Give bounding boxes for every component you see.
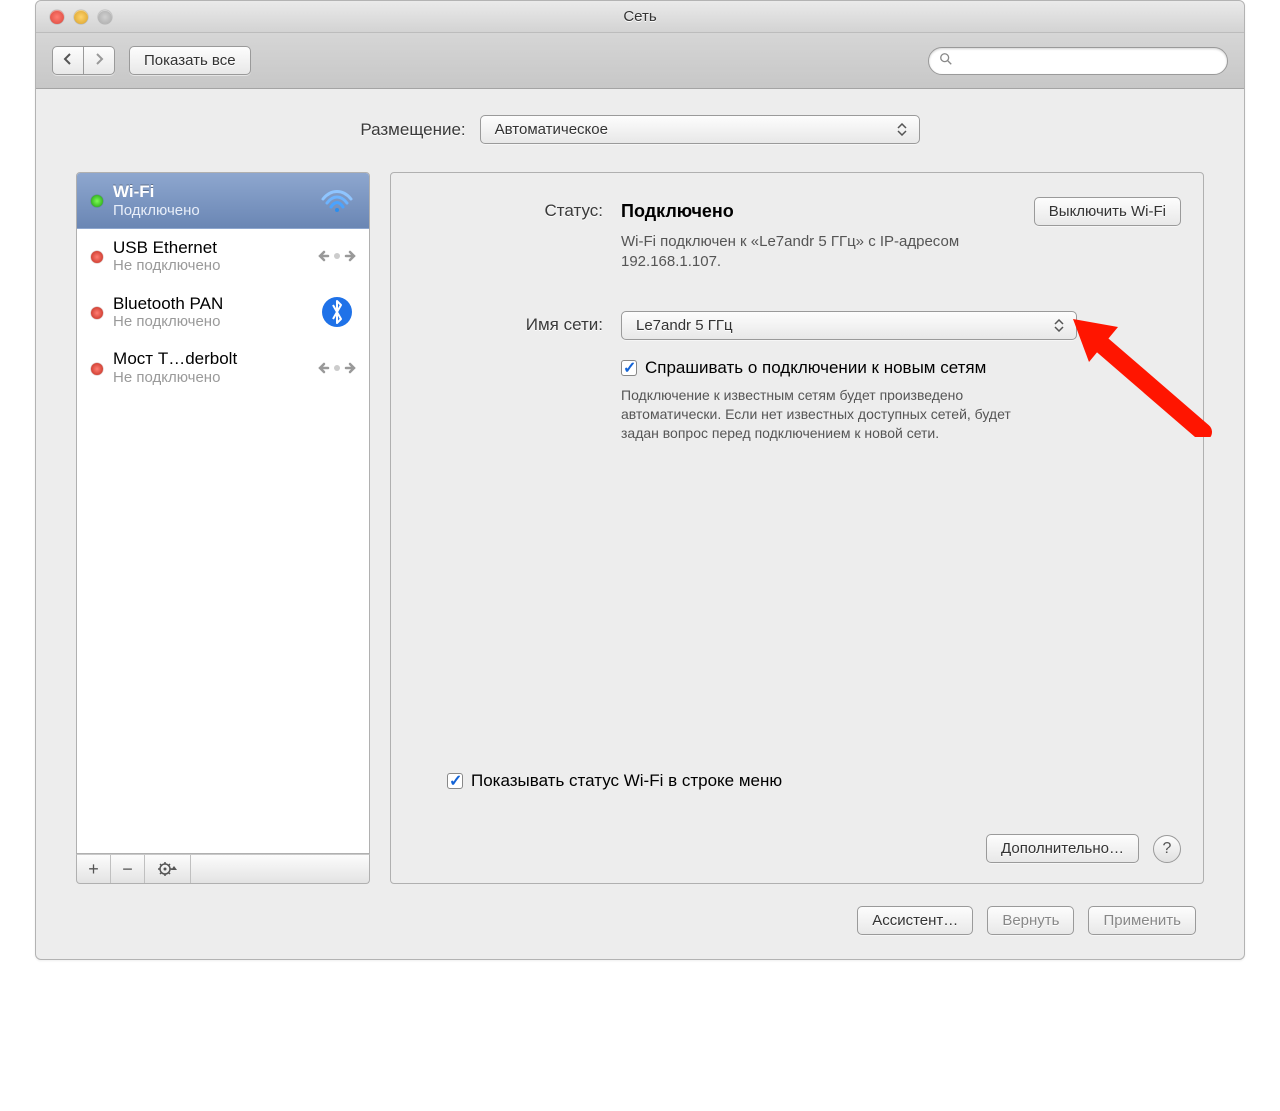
gear-icon (157, 861, 179, 877)
sidebar-footer: + − (76, 854, 370, 884)
titlebar: Сеть (36, 1, 1244, 33)
remove-interface-button[interactable]: − (111, 855, 145, 883)
detail-bottom-actions: Дополнительно… ? (986, 834, 1181, 863)
close-icon[interactable] (50, 10, 64, 24)
location-dropdown[interactable]: Автоматическое (480, 115, 920, 144)
forward-button[interactable] (84, 46, 115, 75)
chevron-updown-icon (897, 123, 911, 136)
minimize-icon[interactable] (74, 10, 88, 24)
network-name-value: Le7andr 5 ГГц (636, 317, 733, 334)
search-icon (939, 52, 953, 69)
network-name-row: Имя сети: Le7andr 5 ГГц (413, 311, 1181, 340)
status-dot-icon (91, 251, 103, 263)
status-value-block: Подключено Выключить Wi-Fi Wi-Fi подключ… (621, 197, 1181, 271)
ethernet-icon (317, 240, 357, 272)
search-input[interactable] (959, 53, 1217, 68)
checkbox-icon (447, 773, 463, 789)
sidebar-item-label: Bluetooth PAN Не подключено (113, 294, 307, 331)
ask-join-help-text: Подключение к известным сетям будет прои… (621, 386, 1051, 443)
window-footer-buttons: Ассистент… Вернуть Применить (76, 906, 1204, 935)
sidebar-item-thunderbolt-bridge[interactable]: Мост T…derbolt Не подключено (77, 340, 369, 396)
status-dot-icon (91, 307, 103, 319)
network-preferences-window: Сеть Показать все Размещение: Автоматиче… (35, 0, 1245, 960)
toolbar: Показать все (36, 33, 1244, 89)
content-area: Размещение: Автоматическое Wi-Fi Подключ… (36, 89, 1244, 959)
revert-button[interactable]: Вернуть (987, 906, 1074, 935)
network-name-label: Имя сети: (413, 311, 603, 340)
wifi-icon (317, 184, 357, 216)
detail-pane: Статус: Подключено Выключить Wi-Fi Wi-Fi… (390, 172, 1204, 884)
ethernet-icon (317, 352, 357, 384)
main-split: Wi-Fi Подключено (76, 172, 1204, 884)
nav-back-forward (52, 46, 115, 75)
status-dot-icon (91, 363, 103, 375)
bluetooth-icon (317, 296, 357, 328)
status-dot-icon (91, 195, 103, 207)
window-controls (36, 10, 112, 24)
zoom-icon[interactable] (98, 10, 112, 24)
ask-join-row: Спрашивать о подключении к новым сетям П… (413, 358, 1181, 443)
status-value: Подключено (621, 201, 734, 222)
help-button[interactable]: ? (1153, 835, 1181, 863)
show-status-label: Показывать статус Wi-Fi в строке меню (471, 771, 782, 791)
sidebar-item-label: Мост T…derbolt Не подключено (113, 349, 307, 386)
assistant-button[interactable]: Ассистент… (857, 906, 973, 935)
network-name-dropdown[interactable]: Le7andr 5 ГГц (621, 311, 1077, 340)
add-interface-button[interactable]: + (77, 855, 111, 883)
chevron-updown-icon (1054, 319, 1068, 332)
location-row: Размещение: Автоматическое (76, 115, 1204, 144)
location-label: Размещение: (360, 120, 465, 140)
back-button[interactable] (52, 46, 84, 75)
show-all-button[interactable]: Показать все (129, 46, 251, 75)
search-field[interactable] (928, 47, 1228, 75)
sidebar-item-label: Wi-Fi Подключено (113, 182, 307, 219)
sidebar-item-wifi[interactable]: Wi-Fi Подключено (77, 173, 369, 229)
sidebar-item-usb-ethernet[interactable]: USB Ethernet Не подключено (77, 229, 369, 285)
window-title: Сеть (36, 8, 1244, 25)
status-description: Wi-Fi подключен к «Le7andr 5 ГГц» с IP-а… (621, 232, 981, 271)
apply-button[interactable]: Применить (1088, 906, 1196, 935)
location-value: Автоматическое (495, 121, 608, 138)
status-label: Статус: (413, 197, 603, 271)
action-menu-button[interactable] (145, 855, 191, 883)
checkbox-icon (621, 360, 637, 376)
sidebar-item-bluetooth-pan[interactable]: Bluetooth PAN Не подключено (77, 285, 369, 341)
show-status-checkbox[interactable]: Показывать статус Wi-Fi в строке меню (447, 771, 782, 791)
ask-join-label: Спрашивать о подключении к новым сетям (645, 358, 986, 378)
status-row: Статус: Подключено Выключить Wi-Fi Wi-Fi… (413, 197, 1181, 271)
advanced-button[interactable]: Дополнительно… (986, 834, 1139, 863)
sidebar-item-label: USB Ethernet Не подключено (113, 238, 307, 275)
interface-sidebar-wrap: Wi-Fi Подключено (76, 172, 370, 884)
interface-list: Wi-Fi Подключено (76, 172, 370, 854)
ask-join-checkbox[interactable]: Спрашивать о подключении к новым сетям (621, 358, 1181, 378)
toggle-wifi-button[interactable]: Выключить Wi-Fi (1034, 197, 1181, 226)
